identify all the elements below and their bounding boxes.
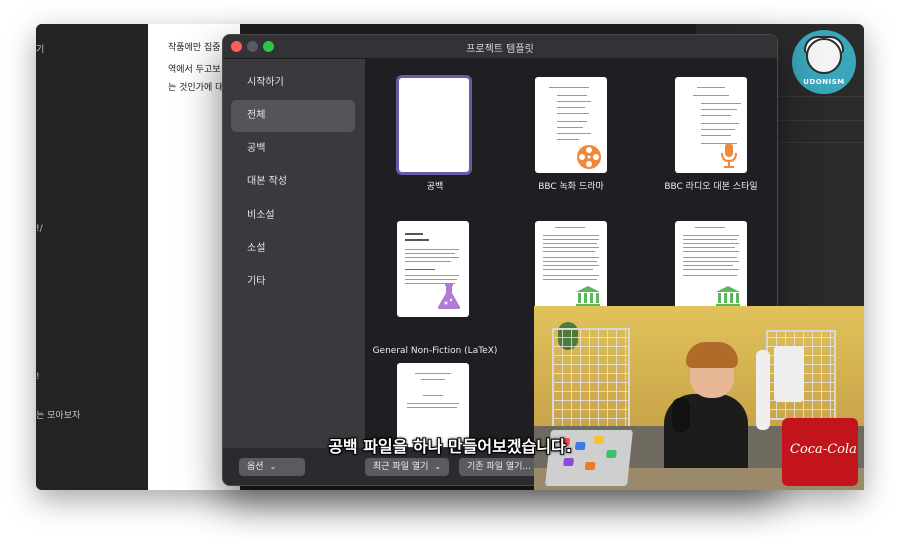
category-getting-started[interactable]: 시작하기 xyxy=(231,67,355,99)
chevron-down-icon: ⌄ xyxy=(269,462,277,471)
template-bbc-drama-thumbnail[interactable] xyxy=(535,77,607,173)
category-sidebar: 시작하기 전체 공백 대본 작성 비소설 소설 기타 xyxy=(223,59,365,447)
background-sidebar-fragment: !/ xyxy=(36,224,43,234)
microphone xyxy=(672,398,690,432)
microphone-icon xyxy=(721,143,737,168)
open-existing-button[interactable]: 기존 파일 열기... xyxy=(459,458,539,476)
guitar xyxy=(756,350,770,430)
channel-logo: UDONISM xyxy=(792,30,856,94)
background-sidebar-fragment: 기 xyxy=(36,45,45,55)
film-reel-icon xyxy=(577,145,601,169)
template-nonfiction-thumbnail[interactable] xyxy=(535,221,607,317)
category-misc[interactable]: 기타 xyxy=(231,266,355,298)
background-sidebar-fragment: 는 모아보자 xyxy=(36,411,81,421)
background-sidebar-fragment: ! xyxy=(36,372,40,382)
dialog-titlebar: 프로젝트 템플릿 xyxy=(223,35,777,59)
screen: 기 !/ ! 는 모아보자 작품에만 집중 역에서 두고보 는 것인가에 대 U… xyxy=(0,0,900,537)
template-essay-thumbnail[interactable] xyxy=(675,221,747,317)
options-button[interactable]: 옵션 ⌄ xyxy=(239,458,305,476)
category-non-fiction[interactable]: 비소설 xyxy=(231,200,355,232)
template-blank-thumbnail[interactable] xyxy=(396,75,472,175)
tote-bag xyxy=(774,346,804,402)
video-subtitle: 공백 파일을 하나 만들어보겠습니다. xyxy=(328,437,572,456)
open-recent-label: 최근 파일 열기 xyxy=(373,462,429,472)
template-blank-label[interactable]: 공백 xyxy=(365,181,505,193)
mini-fridge: Coca-Cola xyxy=(782,418,858,486)
category-all[interactable]: 전체 xyxy=(231,100,355,132)
template-bbc-radio-label[interactable]: BBC 라디오 대본 스타일 xyxy=(641,181,777,193)
dialog-title: 프로젝트 템플릿 xyxy=(466,44,534,55)
webcam-overlay: Coca-Cola xyxy=(534,306,864,490)
background-doc-line: 작품에만 집중 xyxy=(168,43,221,53)
category-fiction[interactable]: 소설 xyxy=(231,233,355,265)
background-sidebar: 기 !/ ! 는 모아보자 xyxy=(36,24,148,490)
template-bbc-radio-thumbnail[interactable] xyxy=(675,77,747,173)
open-existing-label: 기존 파일 열기... xyxy=(467,462,531,472)
library-building-icon xyxy=(576,286,600,306)
background-doc-line: 역에서 두고보 xyxy=(168,65,221,75)
library-building-icon xyxy=(716,286,740,306)
template-bbc-drama-label[interactable]: BBC 녹화 드라마 xyxy=(501,181,641,193)
flask-icon xyxy=(437,283,461,309)
template-latex-thumbnail[interactable] xyxy=(397,221,469,317)
background-doc-line: 는 것인가에 대 xyxy=(168,83,224,93)
template-latex-label[interactable]: General Non-Fiction (LaTeX) xyxy=(365,345,505,357)
open-recent-button[interactable]: 최근 파일 열기 ⌄ xyxy=(365,458,450,476)
channel-logo-text: UDONISM xyxy=(803,78,845,86)
wire-rack xyxy=(552,328,630,438)
category-blank[interactable]: 공백 xyxy=(231,133,355,165)
chevron-down-icon: ⌄ xyxy=(434,462,442,471)
options-button-label: 옵션 xyxy=(247,462,264,472)
category-scriptwriting[interactable]: 대본 작성 xyxy=(231,166,355,198)
